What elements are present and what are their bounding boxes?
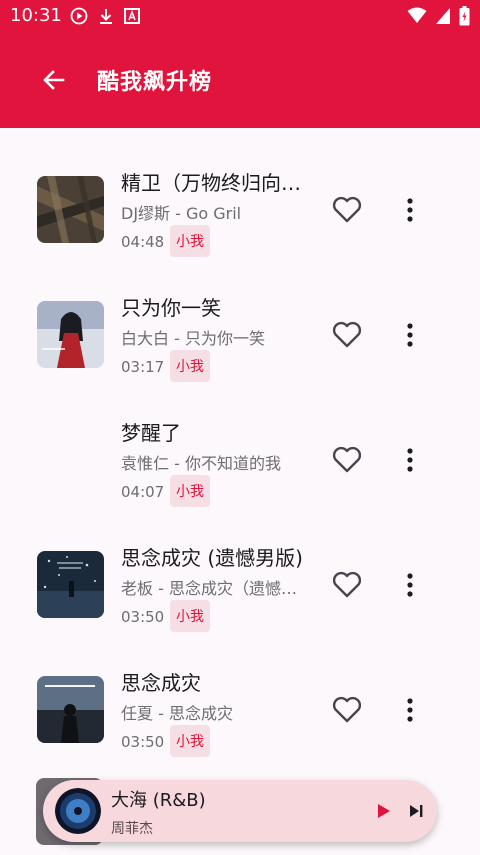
song-subtitle: 白大白 - 只为你一笑 [121,329,265,348]
more-vertical-icon [407,698,413,722]
mini-player-cover [55,788,101,834]
song-title: 只为你一笑 [121,296,221,320]
quality-tag: 小我 [170,225,210,257]
song-subtitle: 袁惟仁 - 你不知道的我 [121,454,281,473]
media-play-notification-icon [70,7,88,29]
song-duration: 03:17 [121,358,165,376]
app-notification-icon [124,8,140,28]
more-button[interactable] [398,318,422,352]
song-cover [37,676,104,743]
favorite-button[interactable] [330,193,364,227]
song-subtitle: 老板 - 思念成灾（遗憾… [121,579,297,598]
more-vertical-icon [407,323,413,347]
cellular-signal-icon [435,7,451,29]
song-row[interactable]: 思念成灾 (遗憾男版) 老板 - 思念成灾（遗憾… 03:50 小我 [0,536,480,661]
song-cover [37,176,104,243]
more-button[interactable] [398,568,422,602]
song-row[interactable]: 梦醒了 袁惟仁 - 你不知道的我 04:07 小我 [0,411,480,536]
status-icons-right [407,6,470,30]
song-subtitle: DJ缪斯 - Go Gril [121,204,242,223]
play-button[interactable] [373,800,395,822]
status-time: 10:31 [10,5,62,26]
song-duration: 03:50 [121,733,165,751]
song-duration: 04:48 [121,233,165,251]
quality-tag: 小我 [170,600,210,632]
more-vertical-icon [407,198,413,222]
more-button[interactable] [398,693,422,727]
play-icon [378,804,390,818]
more-button[interactable] [398,193,422,227]
song-row[interactable]: 只为你一笑 白大白 - 只为你一笑 03:17 小我 [0,286,480,411]
song-duration: 03:50 [121,608,165,626]
song-row[interactable]: 思念成灾 任夏 - 思念成灾 03:50 小我 [0,661,480,786]
page-title: 酷我飙升榜 [97,70,213,95]
favorite-button[interactable] [330,318,364,352]
heart-outline-icon [332,696,362,723]
more-vertical-icon [407,573,413,597]
quality-tag: 小我 [170,350,210,382]
song-title: 精卫（万物终归向… [121,171,301,195]
song-list[interactable]: 精卫（万物终归向… DJ缪斯 - Go Gril 04:48 小我 只为你一笑 … [0,128,480,853]
heart-outline-icon [332,446,362,473]
wifi-icon [407,7,427,29]
song-cover [37,551,104,618]
quality-tag: 小我 [170,475,210,507]
more-vertical-icon [407,448,413,472]
favorite-button[interactable] [330,693,364,727]
mini-player-artist: 周菲杰 [111,821,153,837]
skip-next-button[interactable] [405,800,427,822]
skip-next-icon [410,805,423,817]
mini-player-title: 大海 (R&B) [111,790,206,811]
song-title: 梦醒了 [121,421,181,445]
status-bar: 10:31 [0,0,480,32]
song-title: 思念成灾 (遗憾男版) [121,546,303,570]
heart-outline-icon [332,196,362,223]
favorite-button[interactable] [330,443,364,477]
song-title: 思念成灾 [121,671,201,695]
favorite-button[interactable] [330,568,364,602]
song-subtitle: 任夏 - 思念成灾 [121,704,233,723]
arrow-left-icon [43,70,65,90]
back-button[interactable] [36,62,72,98]
app-bar: 酷我飙升榜 [0,32,480,128]
song-row[interactable]: 精卫（万物终归向… DJ缪斯 - Go Gril 04:48 小我 [0,161,480,286]
song-duration: 04:07 [121,483,165,501]
more-button[interactable] [398,443,422,477]
heart-outline-icon [332,321,362,348]
quality-tag: 小我 [170,725,210,757]
battery-icon [459,6,470,30]
mini-player[interactable]: 大海 (R&B) 周菲杰 [43,780,437,842]
status-icons-left [70,7,140,29]
download-notification-icon [98,7,114,29]
song-cover [37,301,104,368]
heart-outline-icon [332,571,362,598]
